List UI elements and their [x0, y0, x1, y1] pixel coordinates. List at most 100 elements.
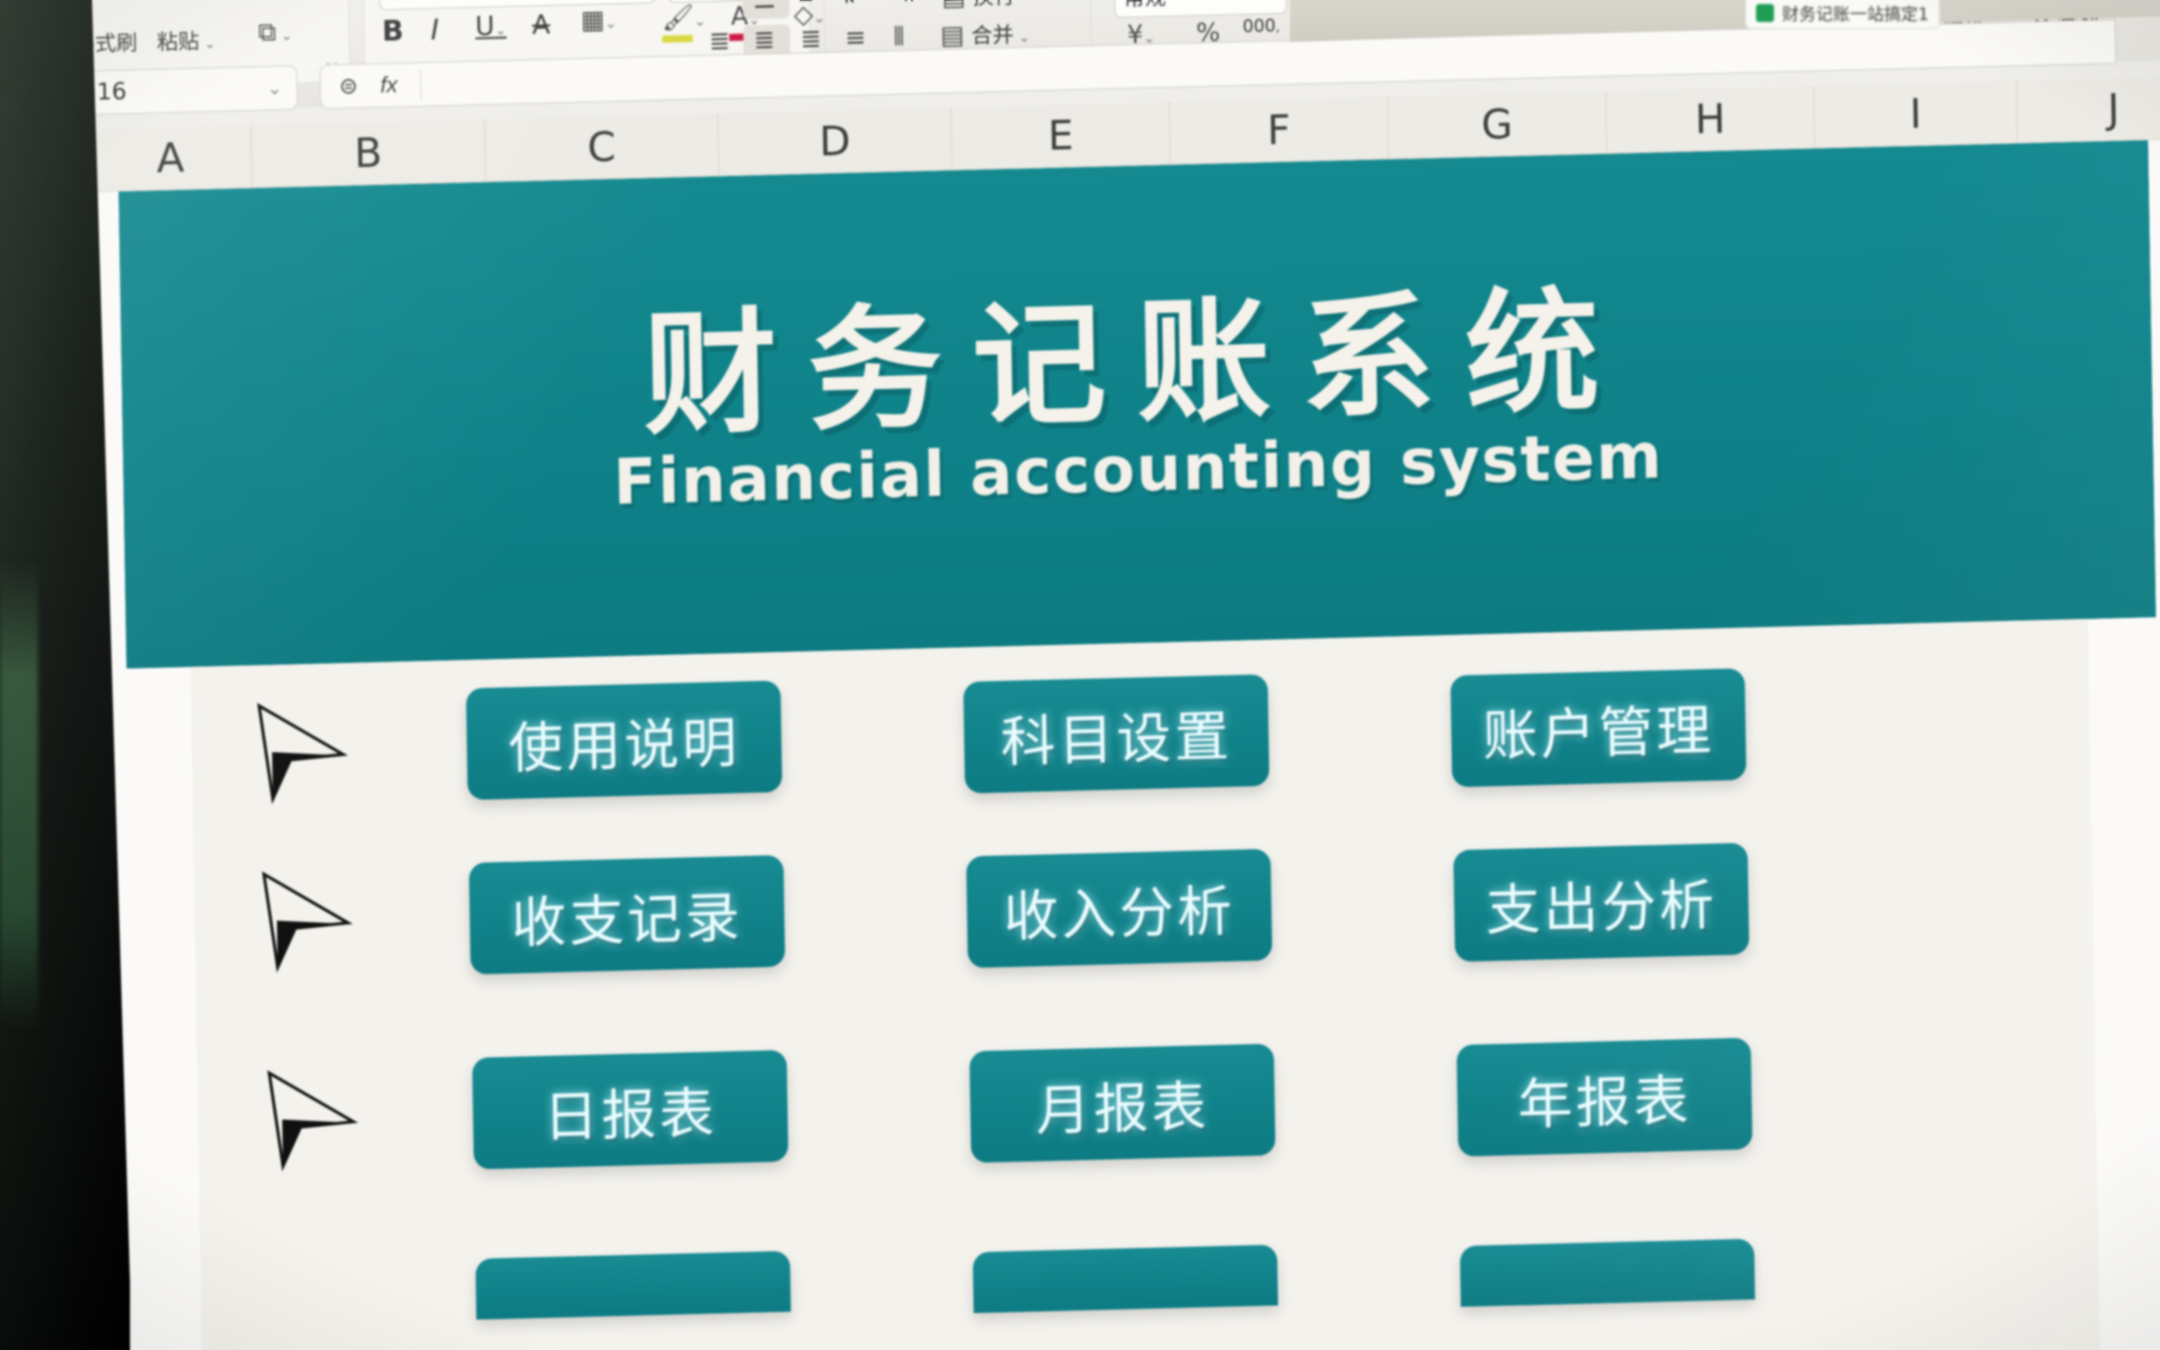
menu-button-income-analysis[interactable]: 收入分析	[966, 848, 1273, 969]
fx-icon[interactable]: fx	[380, 72, 398, 99]
chevron-down-icon[interactable]: ⌄	[276, 28, 293, 45]
function-browser-icon[interactable]: ⊜	[339, 73, 358, 100]
column-header-E[interactable]: E	[951, 101, 1171, 171]
column-header-D[interactable]: D	[718, 107, 953, 177]
column-label: E	[1047, 112, 1074, 160]
menu-button-label: 账户管理	[1482, 697, 1715, 768]
strikethrough-button[interactable]: A	[532, 10, 551, 41]
screen-content: 格式刷 粘贴 ⌄ ⧉ ⌄ ⇲ 微软雅黑 ⌄ 10 ⌄ A+ A-	[0, 0, 2160, 1350]
fill-color-icon[interactable]: 🖌⌄	[662, 2, 707, 34]
select-all-triangle-icon[interactable]	[0, 129, 91, 196]
bold-label: B	[381, 13, 404, 48]
chevron-down-icon[interactable]: ⌄	[1265, 0, 1278, 3]
menu-button-daily-report[interactable]: 日报表	[472, 1049, 789, 1170]
borders-icon[interactable]: ▦⌄	[580, 4, 617, 35]
spreadsheet-grid[interactable]: A B C D E F G H I J 1 2 3 4 5 6 7 8 9 10…	[0, 75, 2160, 1350]
row-header-3[interactable]: 3	[0, 322, 94, 382]
sheet-content: 财务记账系统 Financial accounting system 使用说明 …	[90, 138, 2160, 1350]
row-label: 6	[27, 499, 53, 545]
column-label: C	[587, 124, 617, 172]
menu-row-3: 日报表 月报表 年报表	[198, 1017, 2096, 1197]
row-header-6[interactable]: 6	[0, 492, 97, 553]
decrease-indent-icon[interactable]: ⇤	[844, 0, 866, 12]
row-label: 4	[25, 385, 51, 431]
row-header-5[interactable]: 5	[0, 435, 96, 496]
column-header-B[interactable]: B	[251, 119, 486, 189]
column-label: A	[156, 135, 185, 183]
row-header-7[interactable]: 7	[0, 549, 98, 610]
column-header-F[interactable]: F	[1169, 96, 1390, 165]
column-header-C[interactable]: C	[484, 113, 720, 183]
row-label: 14	[22, 953, 73, 1000]
row-label: 5	[26, 442, 52, 488]
row-label: 16	[24, 1067, 75, 1114]
row-header-14[interactable]: 14	[0, 947, 104, 1008]
fill-color-swatch	[662, 34, 693, 43]
row-header-10[interactable]: 10	[0, 720, 100, 780]
strikethrough-label: A	[531, 10, 551, 41]
column-label: F	[1266, 107, 1291, 155]
wrap-text-button[interactable]: ▤ 换行	[941, 0, 1015, 12]
menu-button-label: 使用说明	[507, 710, 741, 781]
row-header-2[interactable]: 2	[0, 265, 93, 325]
paste-button[interactable]: 粘贴 ⌄	[156, 25, 216, 57]
row-header-13[interactable]: 13	[0, 890, 103, 951]
name-box-value: N16	[79, 78, 127, 107]
menu-button-label: 日报表	[543, 1080, 718, 1149]
column-header-A[interactable]: A	[89, 125, 253, 193]
menu-button-row4-col2[interactable]	[972, 1244, 1279, 1314]
menu-panel: 使用说明 科目设置 账户管理 收支记录 收入分析 支出分析 日报表 月报表 年报…	[191, 618, 2100, 1350]
column-header-G[interactable]: G	[1387, 90, 1608, 160]
column-header-J[interactable]: J	[2017, 75, 2160, 144]
row-header-9[interactable]: 9	[0, 663, 99, 723]
menu-button-expense-analysis[interactable]: 支出分析	[1453, 842, 1750, 962]
row-label: 9	[30, 669, 56, 716]
thousands-icon[interactable]: 000,	[1242, 16, 1279, 37]
row-label: 7	[28, 556, 54, 602]
name-box[interactable]: N16 ⌄	[63, 65, 298, 116]
underline-button[interactable]: U⌄	[475, 11, 507, 42]
italic-button[interactable]: I	[430, 13, 439, 47]
row-header-8[interactable]: 8	[0, 606, 99, 667]
chevron-down-icon[interactable]: ⌄	[494, 22, 506, 39]
menu-button-label: 收入分析	[1003, 878, 1236, 949]
chevron-down-icon[interactable]: ⌄	[605, 15, 617, 32]
menu-button-monthly-report[interactable]: 月报表	[969, 1043, 1276, 1163]
row-label: 3	[24, 328, 50, 375]
menu-button-row4-col1[interactable]	[475, 1250, 791, 1320]
row-header-1[interactable]: 1	[0, 192, 92, 269]
align-bottom-icon[interactable]: ⎯	[799, 0, 812, 14]
chevron-down-icon[interactable]: ⌄	[267, 77, 283, 99]
number-format-combo[interactable]: 常规 ⌄	[1113, 0, 1288, 19]
row-header-16[interactable]: 16	[0, 1061, 106, 1121]
column-header-H[interactable]: H	[1606, 85, 1816, 154]
column-header-I[interactable]: I	[1814, 80, 2019, 149]
menu-button-row4-col3[interactable]	[1459, 1238, 1756, 1307]
row-label: 10	[18, 726, 69, 773]
document-tab-label: 财务记账一站搞定1	[1782, 5, 1929, 25]
menu-button-account-management[interactable]: 账户管理	[1450, 668, 1747, 788]
formula-divider	[419, 69, 422, 100]
align-middle-icon[interactable]: ⚌	[753, 0, 776, 14]
menu-button-yearly-report[interactable]: 年报表	[1456, 1037, 1753, 1157]
row-label: 11	[19, 783, 70, 830]
row-label: 13	[21, 896, 72, 943]
menu-button-subject-settings[interactable]: 科目设置	[963, 674, 1270, 794]
row-header-4[interactable]: 4	[0, 379, 95, 439]
bold-button[interactable]: B	[382, 14, 404, 48]
chevron-down-icon[interactable]: ⌄	[1014, 29, 1030, 46]
chevron-down-icon[interactable]: ⌄	[694, 13, 706, 30]
arrow-pointer-icon	[256, 866, 355, 974]
format-painter-button[interactable]: 格式刷	[73, 27, 137, 59]
row-header-12[interactable]: 12	[0, 833, 102, 894]
menu-button-usage-instructions[interactable]: 使用说明	[465, 680, 783, 801]
document-tab[interactable]: 财务记账一站搞定1	[1745, 0, 1940, 29]
chevron-down-icon[interactable]: ⌄	[199, 36, 216, 53]
menu-button-income-expense-record[interactable]: 收支记录	[468, 854, 786, 975]
row-header-11[interactable]: 11	[0, 776, 101, 837]
row-header-15[interactable]: 15	[0, 1004, 105, 1064]
align-top-icon[interactable]: ⎺	[708, 0, 734, 16]
italic-label: I	[430, 12, 440, 47]
increase-indent-icon[interactable]: ⇥	[893, 0, 915, 11]
copy-icon[interactable]: ⧉ ⌄	[258, 17, 293, 48]
